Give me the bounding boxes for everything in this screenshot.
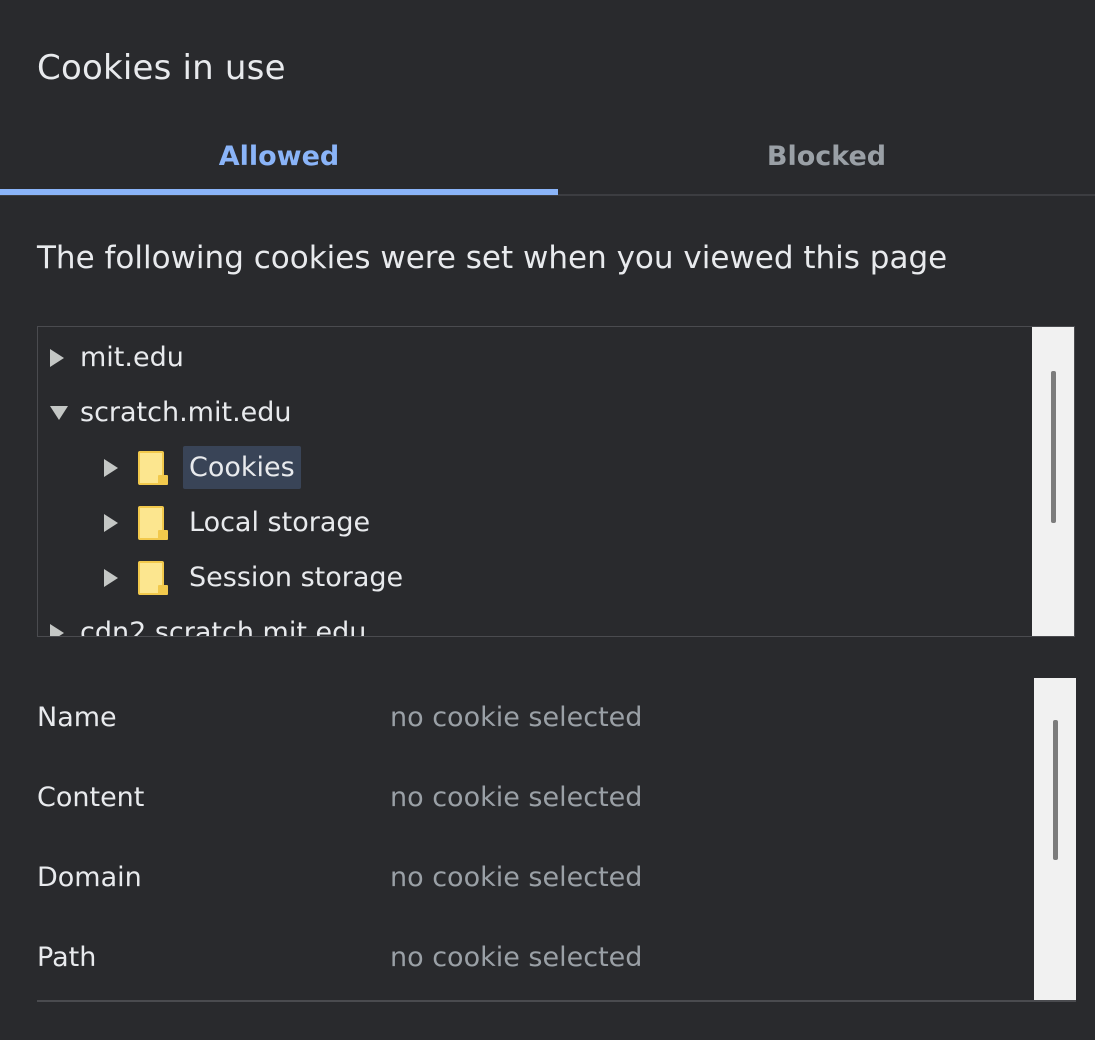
tree-item-session-storage[interactable]: Session storage: [104, 550, 403, 605]
detail-label: Name: [37, 702, 117, 733]
folder-icon: [138, 505, 168, 540]
detail-label: Path: [37, 942, 97, 973]
cookies-dialog: Cookies in use Allowed Blocked The follo…: [0, 0, 1095, 1040]
tab-bar: Allowed Blocked: [0, 118, 1095, 196]
tree-scrollbar[interactable]: [1032, 327, 1074, 636]
detail-value: no cookie selected: [390, 782, 643, 813]
tree-item-label: Cookies: [183, 446, 301, 489]
folder-icon: [138, 560, 168, 595]
detail-row-content: Content no cookie selected: [37, 758, 1034, 838]
tree-item-label: Local storage: [189, 507, 371, 538]
caret-right-icon[interactable]: [104, 568, 118, 587]
tab-allowed[interactable]: Allowed: [0, 118, 558, 194]
tab-blocked[interactable]: Blocked: [558, 118, 1095, 194]
cookies-description: The following cookies were set when you …: [37, 240, 948, 276]
details-scrollbar-thumb[interactable]: [1053, 720, 1058, 860]
tree-item-scratch-mit-edu[interactable]: scratch.mit.edu: [50, 385, 292, 440]
tree-item-label: scratch.mit.edu: [80, 397, 292, 428]
detail-row-name: Name no cookie selected: [37, 678, 1034, 758]
cookie-tree[interactable]: mit.edu scratch.mit.edu Cookies Local st…: [37, 326, 1075, 637]
detail-row-domain: Domain no cookie selected: [37, 838, 1034, 918]
folder-icon: [138, 450, 168, 485]
tree-item-cookies[interactable]: Cookies: [104, 440, 301, 495]
tree-item-label: Session storage: [189, 562, 404, 593]
caret-right-icon[interactable]: [50, 348, 64, 367]
detail-label: Domain: [37, 862, 142, 893]
tree-item-mit-edu[interactable]: mit.edu: [50, 330, 184, 385]
detail-value: no cookie selected: [390, 942, 643, 973]
detail-value: no cookie selected: [390, 862, 643, 893]
caret-down-icon[interactable]: [50, 405, 68, 420]
tree-scrollbar-thumb[interactable]: [1051, 371, 1056, 523]
tree-item-label: cdn2.scratch.mit.edu: [80, 617, 367, 637]
cookie-tree-list: mit.edu scratch.mit.edu Cookies Local st…: [38, 327, 1032, 637]
tree-item-local-storage[interactable]: Local storage: [104, 495, 370, 550]
active-tab-indicator: [0, 189, 558, 195]
cookie-details: Name no cookie selected Content no cooki…: [37, 678, 1076, 1002]
tree-item-cdn2-scratch-mit-edu[interactable]: cdn2.scratch.mit.edu: [50, 605, 367, 637]
caret-right-icon[interactable]: [104, 513, 118, 532]
caret-right-icon[interactable]: [104, 458, 118, 477]
tree-item-label: mit.edu: [80, 342, 184, 373]
details-scrollbar[interactable]: [1034, 678, 1076, 1000]
detail-label: Content: [37, 782, 145, 813]
dialog-title: Cookies in use: [37, 48, 286, 88]
caret-right-icon[interactable]: [50, 623, 64, 636]
detail-row-path: Path no cookie selected: [37, 918, 1034, 998]
detail-value: no cookie selected: [390, 702, 643, 733]
